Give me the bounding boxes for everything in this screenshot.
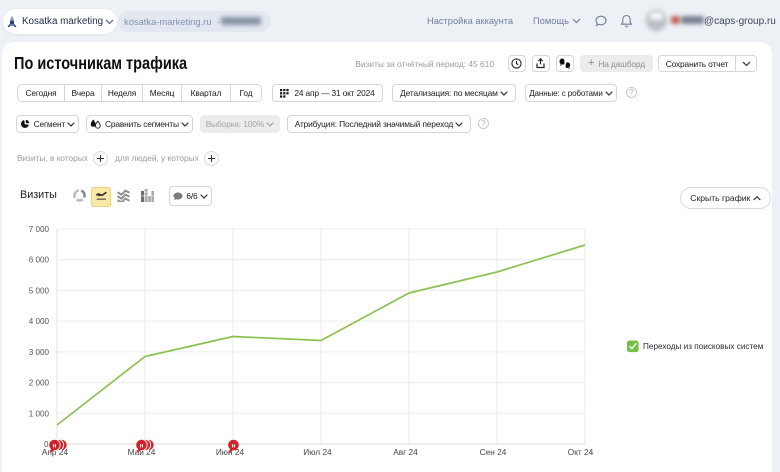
svg-text:2 000: 2 000	[29, 379, 50, 388]
svg-text:н: н	[232, 443, 236, 449]
svg-text:н: н	[140, 443, 144, 449]
svg-text:Авг 24: Авг 24	[393, 447, 418, 457]
svg-text:4 000: 4 000	[29, 317, 50, 326]
svg-text:6 000: 6 000	[29, 256, 50, 265]
svg-text:Переходы из поисковых систем: Переходы из поисковых систем	[643, 342, 764, 351]
svg-text:3 000: 3 000	[29, 348, 50, 357]
svg-text:1 000: 1 000	[29, 409, 50, 418]
svg-text:5 000: 5 000	[29, 286, 50, 295]
svg-text:Июл 24: Июл 24	[303, 447, 332, 457]
svg-text:Окт 24: Окт 24	[568, 447, 594, 457]
svg-text:0: 0	[44, 440, 49, 449]
svg-text:н: н	[53, 443, 57, 449]
svg-text:Сен 24: Сен 24	[480, 447, 507, 457]
svg-text:7 000: 7 000	[29, 225, 50, 234]
